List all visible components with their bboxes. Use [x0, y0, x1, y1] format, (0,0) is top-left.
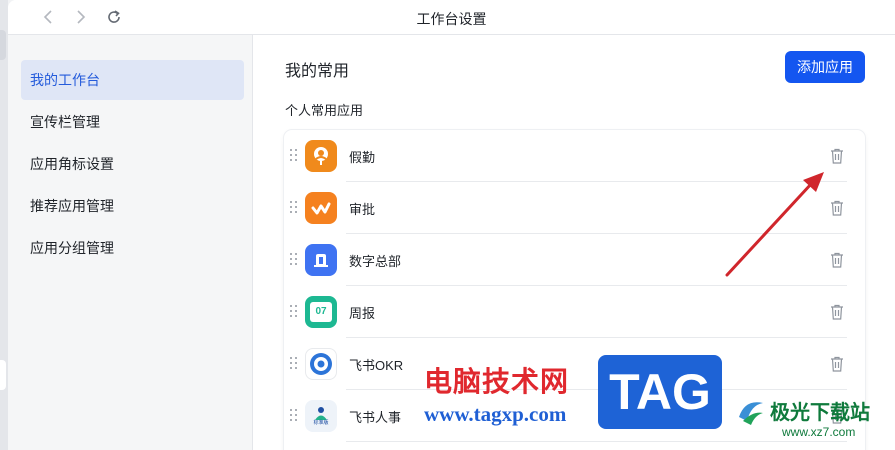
drag-handle-icon[interactable] — [290, 149, 298, 163]
list-item[interactable]: 07 周报 — [284, 286, 865, 338]
sidebar-item-app-groups[interactable]: 应用分组管理 — [21, 228, 244, 268]
trash-icon[interactable] — [830, 304, 844, 320]
drag-handle-icon[interactable] — [290, 305, 298, 319]
drag-handle-icon[interactable] — [290, 253, 298, 267]
list-item[interactable]: 审批 — [284, 182, 865, 234]
section-title: 我的常用 — [285, 63, 350, 80]
sidebar: 我的工作台 宣传栏管理 应用角标设置 推荐应用管理 应用分组管理 — [8, 35, 253, 450]
list-item[interactable]: 飞书OKR — [284, 338, 865, 390]
watermark-site-name: 极光下载站 — [770, 400, 870, 424]
app-name: 审批 — [349, 202, 376, 217]
attendance-icon — [305, 140, 337, 172]
sidebar-item-badge-settings[interactable]: 应用角标设置 — [21, 144, 244, 184]
weekly-report-badge: 07 — [310, 302, 332, 322]
digital-hq-icon — [305, 244, 337, 276]
watermark-site-url: www.xz7.com — [782, 425, 856, 439]
titlebar: 工作台设置 — [8, 0, 895, 35]
list-item[interactable]: 数字总部 — [284, 234, 865, 286]
drag-handle-icon[interactable] — [290, 409, 298, 423]
section-subtitle: 个人常用应用 — [285, 103, 364, 118]
approval-icon — [305, 192, 337, 224]
main-panel: 我的常用 添加应用 个人常用应用 假勤 审批 数字总部 07 周报 飞书OKR … — [253, 35, 895, 450]
okr-icon — [305, 348, 337, 380]
watermark-cn-text: 电脑技术网 — [424, 365, 570, 398]
strip-tab — [0, 30, 6, 60]
weekly-report-icon: 07 — [305, 296, 337, 328]
sidebar-item-banner[interactable]: 宣传栏管理 — [21, 102, 244, 142]
watermark-url: www.tagxp.com — [424, 402, 567, 426]
divider — [346, 441, 847, 442]
left-window-strip — [0, 0, 8, 450]
add-app-button[interactable]: 添加应用 — [785, 51, 865, 83]
app-name: 数字总部 — [349, 254, 402, 269]
drag-handle-icon[interactable] — [290, 357, 298, 371]
strip-tab — [0, 360, 6, 390]
trash-icon[interactable] — [830, 200, 844, 216]
app-name: 飞书人事 — [349, 410, 402, 425]
watermark-tag-logo: TAG — [598, 355, 722, 429]
app-name: 飞书OKR — [349, 358, 404, 373]
watermark-site-logo-icon — [735, 395, 767, 427]
app-name: 周报 — [349, 306, 376, 321]
hr-icon: 标准版 — [305, 400, 337, 432]
app-name: 假勤 — [349, 150, 376, 165]
trash-icon[interactable] — [830, 252, 844, 268]
trash-icon[interactable] — [830, 148, 844, 164]
window-title: 工作台设置 — [416, 11, 487, 27]
list-item[interactable]: 假勤 — [284, 130, 865, 182]
sidebar-item-my-workbench[interactable]: 我的工作台 — [21, 60, 244, 100]
trash-icon[interactable] — [830, 356, 844, 372]
sidebar-item-recommended-apps[interactable]: 推荐应用管理 — [21, 186, 244, 226]
hr-badge: 标准版 — [313, 420, 329, 426]
drag-handle-icon[interactable] — [290, 201, 298, 215]
